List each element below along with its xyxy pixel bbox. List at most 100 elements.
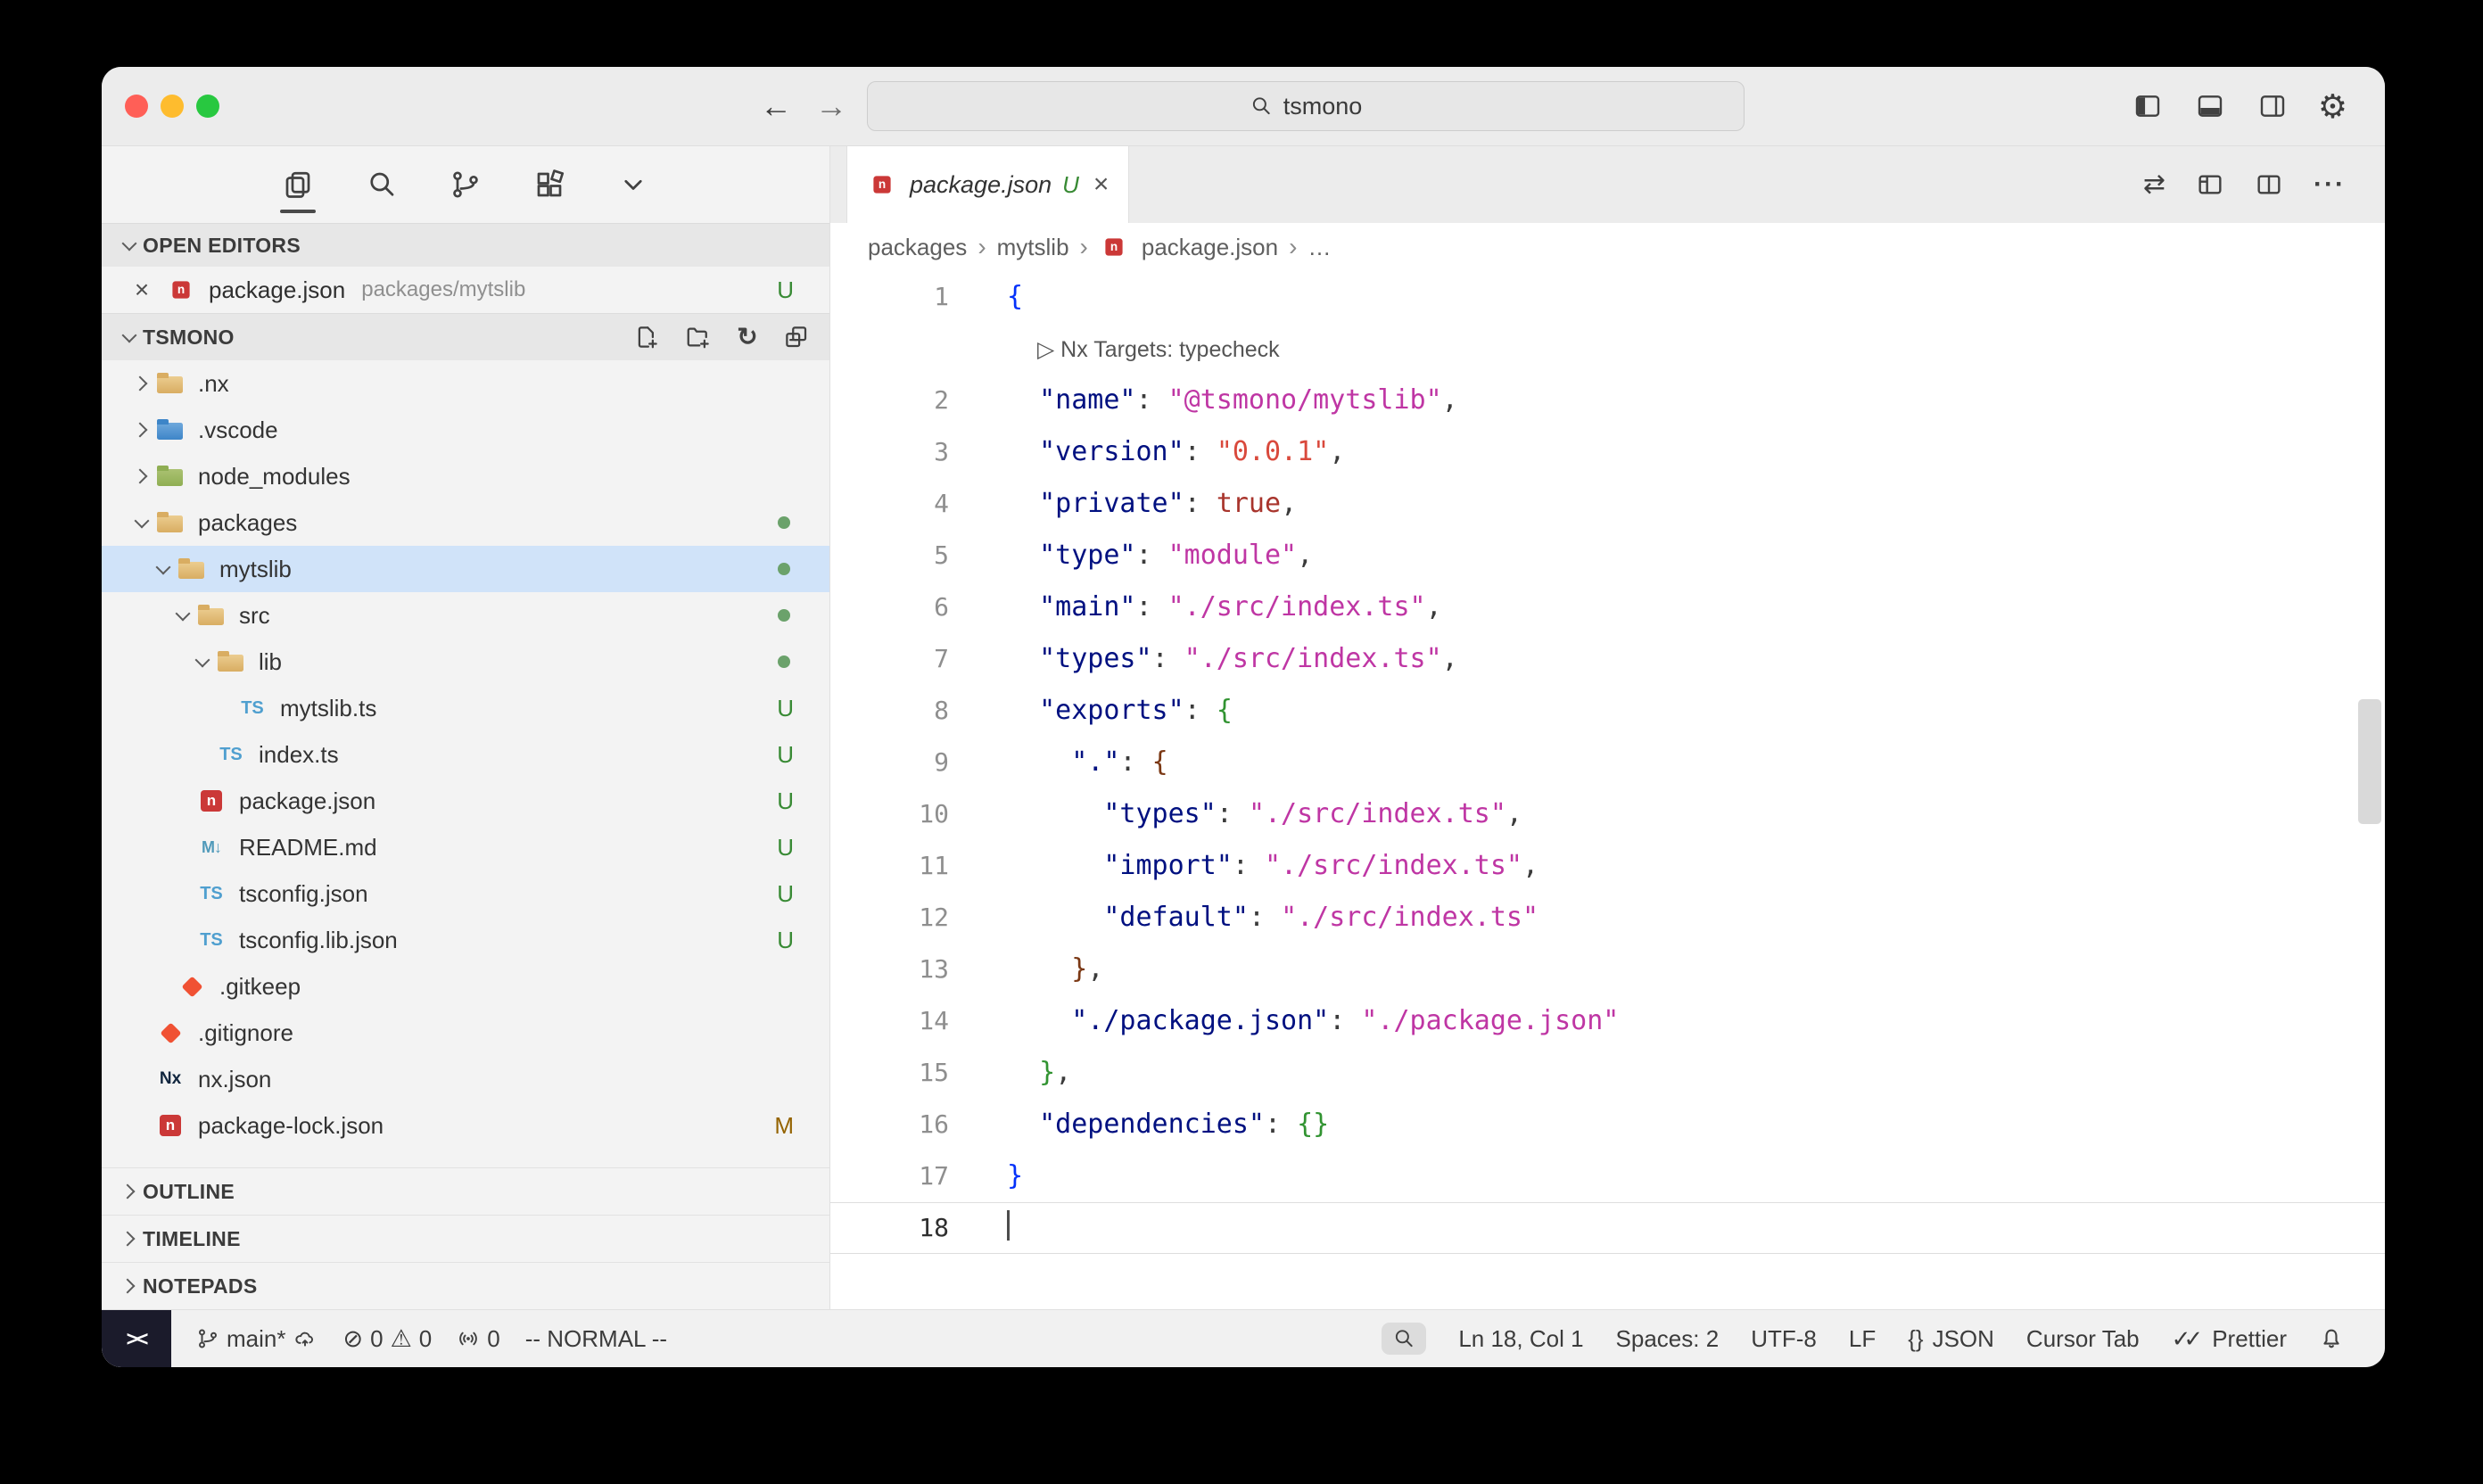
tree-item[interactable]: nx.json: [102, 1056, 829, 1102]
cursor-tab-status[interactable]: Cursor Tab: [2026, 1325, 2140, 1353]
code-line[interactable]: 12 "default": "./src/index.ts": [830, 892, 2385, 944]
expand-chevron-icon[interactable]: [150, 554, 177, 584]
expand-chevron-icon[interactable]: [189, 739, 216, 770]
expand-chevron-icon[interactable]: [128, 507, 155, 538]
cursor-position[interactable]: Ln 18, Col 1: [1458, 1325, 1583, 1353]
tree-item[interactable]: packages: [102, 499, 829, 546]
close-window-button[interactable]: [125, 95, 148, 118]
expand-chevron-icon[interactable]: [169, 832, 196, 862]
close-tab-icon[interactable]: ×: [1093, 169, 1110, 200]
tree-item[interactable]: node_modules: [102, 453, 829, 499]
tree-item[interactable]: index.ts U: [102, 731, 829, 778]
close-editor-icon[interactable]: ×: [128, 276, 155, 304]
editor-layout-icon[interactable]: [2196, 170, 2224, 199]
tree-item[interactable]: src: [102, 592, 829, 639]
tree-item[interactable]: lib: [102, 639, 829, 685]
expand-chevron-icon[interactable]: [169, 786, 196, 816]
breadcrumb-mytslib[interactable]: mytslib: [997, 234, 1069, 261]
new-file-icon[interactable]: [633, 324, 660, 350]
explorer-view-button[interactable]: [278, 165, 318, 204]
tree-item[interactable]: .gitignore: [102, 1010, 829, 1056]
code-line[interactable]: 16 "dependencies": {}: [830, 1099, 2385, 1150]
expand-chevron-icon[interactable]: [150, 971, 177, 1002]
notepads-section-header[interactable]: NOTEPADS: [102, 1262, 829, 1309]
breadcrumb-packages[interactable]: packages: [868, 234, 967, 261]
tree-item[interactable]: .nx: [102, 360, 829, 407]
expand-chevron-icon[interactable]: [210, 693, 237, 723]
formatter-status[interactable]: ✓✓ Prettier: [2172, 1325, 2287, 1353]
more-actions-icon[interactable]: ···: [2314, 171, 2346, 198]
code-line[interactable]: 4 "private": true,: [830, 478, 2385, 530]
search-status-button[interactable]: [1382, 1323, 1426, 1355]
tree-item[interactable]: mytslib.ts U: [102, 685, 829, 731]
problems-status[interactable]: ⊘ 0 ⚠ 0: [342, 1325, 432, 1353]
tree-item[interactable]: .gitkeep: [102, 963, 829, 1010]
code-line[interactable]: 10 "types": "./src/index.ts",: [830, 788, 2385, 840]
refresh-icon[interactable]: ↻: [737, 325, 758, 350]
branch-status[interactable]: main*: [196, 1325, 318, 1353]
expand-chevron-icon[interactable]: [169, 878, 196, 909]
expand-chevron-icon[interactable]: [128, 461, 155, 491]
back-button[interactable]: ←: [760, 67, 792, 145]
indentation[interactable]: Spaces: 2: [1616, 1325, 1720, 1353]
encoding[interactable]: UTF-8: [1751, 1325, 1817, 1353]
expand-chevron-icon[interactable]: [128, 1064, 155, 1094]
code-line[interactable]: 13 },: [830, 944, 2385, 995]
zoom-window-button[interactable]: [196, 95, 219, 118]
extensions-view-button[interactable]: [530, 165, 569, 204]
eol-sequence[interactable]: LF: [1849, 1325, 1876, 1353]
outline-section-header[interactable]: OUTLINE: [102, 1167, 829, 1215]
forward-button[interactable]: →: [815, 67, 847, 145]
code-line[interactable]: 6 "main": "./src/index.ts",: [830, 581, 2385, 633]
expand-chevron-icon[interactable]: [128, 368, 155, 399]
expand-chevron-icon[interactable]: [128, 415, 155, 445]
split-editor-icon[interactable]: [2255, 170, 2283, 199]
expand-chevron-icon[interactable]: [169, 600, 196, 631]
source-control-view-button[interactable]: [446, 165, 485, 204]
code-line[interactable]: 9 ".": {: [830, 737, 2385, 788]
vim-mode-indicator[interactable]: -- NORMAL --: [525, 1325, 667, 1353]
expand-chevron-icon[interactable]: [128, 1110, 155, 1141]
code-line[interactable]: 1 {: [830, 271, 2385, 323]
code-line[interactable]: 18: [830, 1202, 2385, 1254]
breadcrumbs[interactable]: packages › mytslib › package.json › …: [830, 223, 2385, 271]
search-view-button[interactable]: [362, 165, 401, 204]
tree-item[interactable]: README.md U: [102, 824, 829, 870]
open-editor-item[interactable]: × package.json packages/mytslib U: [102, 267, 829, 313]
expand-chevron-icon[interactable]: [128, 1018, 155, 1048]
code-line[interactable]: 14 "./package.json": "./package.json": [830, 995, 2385, 1047]
tree-item[interactable]: mytslib: [102, 546, 829, 592]
expand-chevron-icon[interactable]: [189, 647, 216, 677]
open-changes-icon[interactable]: ⇄: [2143, 171, 2165, 198]
code-line[interactable]: 5 "type": "module",: [830, 530, 2385, 581]
code-line[interactable]: 17 }: [830, 1150, 2385, 1202]
new-folder-icon[interactable]: [685, 324, 712, 350]
toggle-secondary-sidebar-icon[interactable]: [2256, 92, 2289, 120]
remote-indicator[interactable]: ><: [102, 1310, 171, 1367]
code-line[interactable]: 11 "import": "./src/index.ts",: [830, 840, 2385, 892]
collapse-all-icon[interactable]: [783, 324, 810, 350]
tree-item[interactable]: tsconfig.json U: [102, 870, 829, 917]
settings-gear-icon[interactable]: ⚙: [2318, 90, 2347, 123]
open-editors-header[interactable]: OPEN EDITORS: [102, 223, 829, 267]
expand-chevron-icon[interactable]: [169, 925, 196, 955]
toggle-primary-sidebar-icon[interactable]: [2131, 92, 2165, 120]
tree-item[interactable]: package.json U: [102, 778, 829, 824]
workspace-header[interactable]: TSMONO ↻: [102, 313, 829, 360]
tree-item[interactable]: package-lock.json M: [102, 1102, 829, 1149]
command-center[interactable]: tsmono: [867, 81, 1745, 131]
code-line[interactable]: 8 "exports": {: [830, 685, 2385, 737]
minimize-window-button[interactable]: [161, 95, 184, 118]
code-line[interactable]: 3 "version": "0.0.1",: [830, 426, 2385, 478]
ports-status[interactable]: 0: [457, 1325, 499, 1353]
code-line[interactable]: 15 },: [830, 1047, 2385, 1099]
breadcrumb-more[interactable]: …: [1307, 234, 1331, 261]
notifications-bell-icon[interactable]: [2319, 1326, 2344, 1351]
more-views-button[interactable]: [614, 165, 653, 204]
editor-scrollbar-thumb[interactable]: [2358, 699, 2381, 824]
code-editor[interactable]: 1 { ▷ Nx Targets: typecheck 2 "name": "@…: [830, 271, 2385, 1309]
code-line[interactable]: 2 "name": "@tsmono/mytslib",: [830, 375, 2385, 426]
code-line[interactable]: 7 "types": "./src/index.ts",: [830, 633, 2385, 685]
tree-item[interactable]: tsconfig.lib.json U: [102, 917, 829, 963]
tree-item[interactable]: .vscode: [102, 407, 829, 453]
